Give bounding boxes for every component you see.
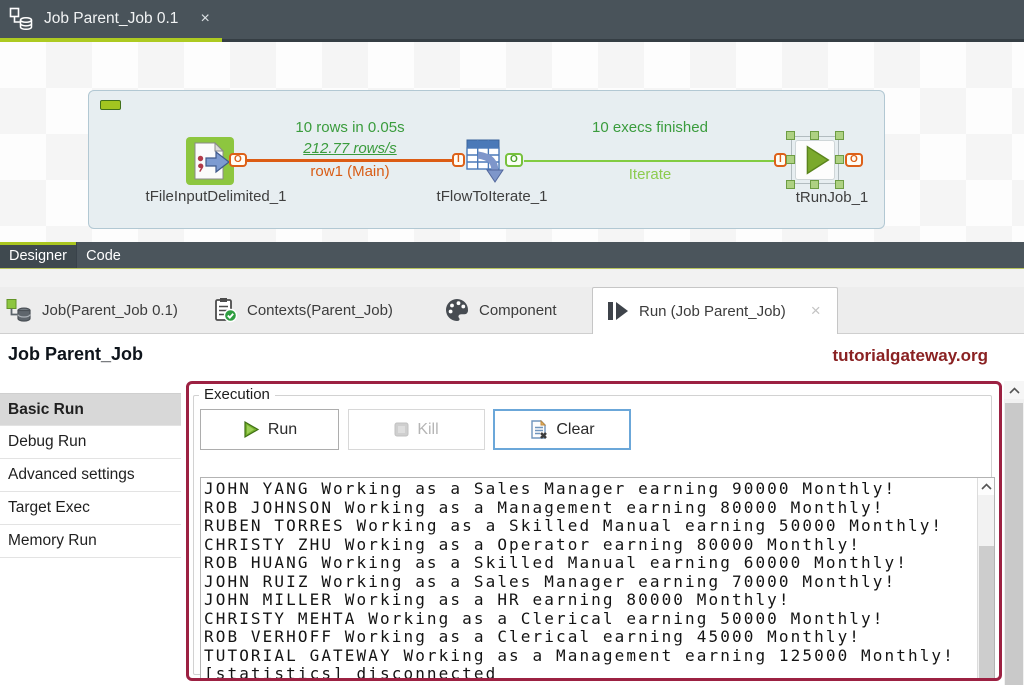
output-port-badge[interactable]: O [505,153,523,167]
kill-button-label: Kill [417,421,438,439]
job-status-pill [100,100,121,110]
selection-handle[interactable] [835,131,844,140]
selection-handle[interactable] [786,155,795,164]
input-port-badge[interactable]: I [452,153,465,167]
console-line: JOHN YANG Working as a Sales Manager ear… [204,480,991,499]
page-scrollbar-thumb[interactable] [1005,403,1023,685]
console-line: [statistics] disconnected [204,665,991,681]
design-canvas[interactable]: tFileInputDelimited_1 O 10 rows in 0.05s… [0,42,1024,242]
tab-designer[interactable]: Designer [0,242,76,268]
row1-main-connection[interactable] [247,159,455,162]
job-icon [6,297,33,323]
editor-tab-title: Job Parent_Job 0.1 [44,10,178,28]
kill-button[interactable]: Kill [348,409,485,450]
console-line: ROB HUANG Working as a Skilled Manual ea… [204,554,991,573]
run-button[interactable]: Run [200,409,339,450]
talend-studio-window: Job Parent_Job 0.1 × tFileInputDelimited… [0,0,1024,685]
iterate-connection[interactable] [524,160,776,162]
input-port-badge[interactable]: I [774,153,787,167]
page-scrollbar[interactable] [1004,381,1024,685]
console-line: TUTORIAL GATEWAY Working as a Management… [204,647,991,666]
sidebar-item-debug-run[interactable]: Debug Run [0,426,181,459]
component-palette-icon [444,297,470,323]
selection-handle[interactable] [810,180,819,189]
run-view-header: Job Parent_Job tutorialgateway.org [0,334,1024,381]
iterate-connection-label[interactable]: Iterate [545,166,755,183]
selection-handle[interactable] [835,155,844,164]
console-line: CHRISTY MEHTA Working as a Clerical earn… [204,610,991,629]
selection-handle[interactable] [835,180,844,189]
play-icon [242,420,261,439]
console-line: ROB VERHOFF Working as a Clerical earnin… [204,628,991,647]
console-line: JOHN RUIZ Working as a Sales Manager ear… [204,573,991,592]
console-line: ROB JOHNSON Working as a Management earn… [204,499,991,518]
row1-rows-stat: 10 rows in 0.05s [245,119,455,136]
tflowtoiterate-icon[interactable] [466,139,506,183]
sidebar-item-advanced-settings[interactable]: Advanced settings [0,459,181,492]
console-scrollbar-thumb[interactable] [979,546,994,681]
scroll-up-icon[interactable] [1004,381,1024,399]
clear-log-icon [529,420,549,440]
play-triangle-icon [796,140,834,180]
component-label[interactable]: tFileInputDelimited_1 [116,188,316,205]
tab-run-label: Run (Job Parent_Job) [639,303,786,320]
page-title: Job Parent_Job [8,344,143,365]
trunjob-icon[interactable] [795,140,835,180]
editor-tab-bar: Job Parent_Job 0.1 × [0,0,1024,42]
execution-console[interactable]: JOHN YANG Working as a Sales Manager ear… [200,477,995,681]
iterate-execs-stat: 10 execs finished [545,119,755,136]
run-button-label: Run [268,421,297,439]
sidebar-item-basic-run[interactable]: Basic Run [0,393,181,426]
trunjob-component-selected[interactable] [787,132,843,188]
selection-handle[interactable] [786,131,795,140]
clear-button-label: Clear [556,421,594,439]
sidebar-item-target-exec[interactable]: Target Exec [0,492,181,525]
row1-rate-stat: 212.77 rows/s [245,140,455,157]
stop-icon [394,422,410,438]
tab-job-label: Job(Parent_Job 0.1) [42,302,178,319]
tab-code[interactable]: Code [76,242,130,268]
run-icon [606,300,630,322]
tfileinputdelimited-icon[interactable] [186,137,234,185]
strip-spacer [0,269,1024,287]
component-label[interactable]: tRunJob_1 [772,189,892,206]
console-line: CHRISTY ZHU Working as a Operator earnin… [204,536,991,555]
tab-run[interactable]: Run (Job Parent_Job) × [592,287,838,334]
console-scrollbar[interactable] [977,478,994,680]
editor-tab-parent-job[interactable]: Job Parent_Job 0.1 × [0,0,224,38]
run-sidebar: Basic Run Debug Run Advanced settings Ta… [0,393,181,558]
tab-component-label: Component [479,302,557,319]
tab-contexts[interactable]: Contexts(Parent_Job) [212,287,393,333]
editor-tab-close-icon[interactable]: × [200,10,209,28]
console-line: RUBEN TORRES Working as a Skilled Manual… [204,517,991,536]
tab-contexts-label: Contexts(Parent_Job) [247,302,393,319]
job-icon [9,7,34,32]
run-view-body: Basic Run Debug Run Advanced settings Ta… [0,381,1024,685]
clear-button[interactable]: Clear [493,409,631,450]
component-label[interactable]: tFlowToIterate_1 [412,188,572,205]
tab-component[interactable]: Component [444,287,557,333]
sidebar-item-memory-run[interactable]: Memory Run [0,525,181,558]
selection-handle[interactable] [810,131,819,140]
console-line: JOHN MILLER Working as a HR earning 8000… [204,591,991,610]
row1-connection-label[interactable]: row1 (Main) [245,163,455,180]
contexts-icon [212,297,238,323]
tab-run-close-icon[interactable]: × [811,301,821,321]
execution-group-label: Execution [199,386,275,403]
tab-job[interactable]: Job(Parent_Job 0.1) [6,287,178,333]
view-tab-bar: Job(Parent_Job 0.1) Contexts(Parent_Job)… [0,287,1024,334]
selection-handle[interactable] [786,180,795,189]
output-port-badge[interactable]: O [845,153,863,167]
brand-watermark: tutorialgateway.org [832,346,988,366]
editor-mode-strip: Designer Code [0,242,1024,269]
scroll-up-icon[interactable] [978,478,994,495]
